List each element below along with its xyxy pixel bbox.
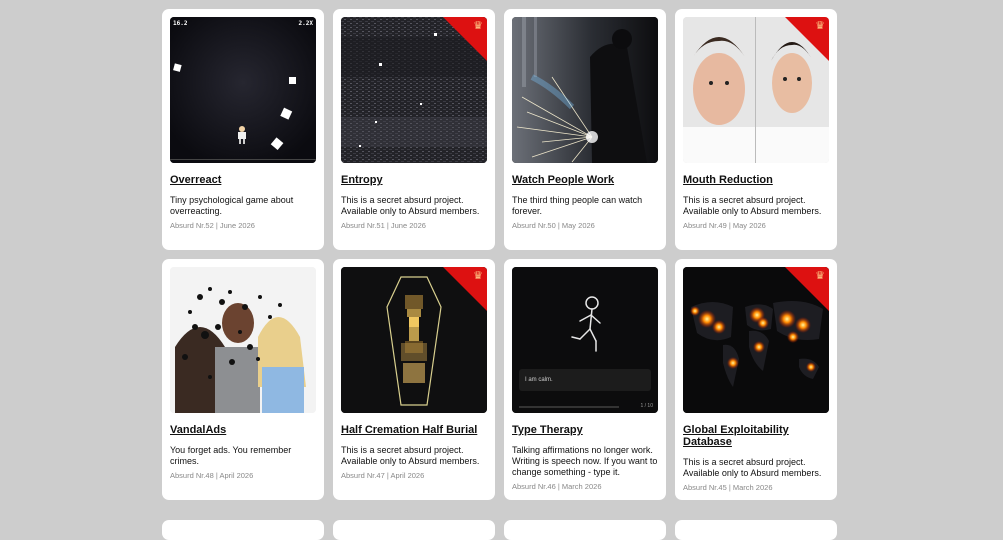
project-card-type-therapy[interactable]: I am calm. 1 / 10 Type Therapy Talking a… — [504, 259, 666, 500]
card-title[interactable]: Global Exploitability Database — [683, 424, 829, 448]
card-title[interactable]: Overreact — [170, 174, 316, 186]
thumbnail-type-therapy[interactable]: I am calm. 1 / 10 — [512, 267, 658, 413]
card-description: The third thing people can watch forever… — [512, 195, 643, 216]
thumbnail-overreact[interactable]: 16.2 2.2X — [170, 17, 316, 163]
card-meta: Absurd Nr.52 | June 2026 — [170, 221, 255, 230]
project-card-entropy[interactable]: ♛ Entropy This is a secret absurd projec… — [333, 9, 495, 250]
card-meta: Absurd Nr.48 | April 2026 — [170, 471, 254, 480]
project-card-mouth-reduction[interactable]: ♛ Mouth Reduction This is a secret absur… — [675, 9, 837, 250]
card-meta: Absurd Nr.45 | March 2026 — [683, 483, 773, 492]
thumbnail-watch-people-work[interactable] — [512, 17, 658, 163]
card-title[interactable]: Entropy — [341, 174, 487, 186]
card-meta: Absurd Nr.46 | March 2026 — [512, 482, 602, 491]
project-card-global-exploitability[interactable]: ♛ Global Exploitability Database This is… — [675, 259, 837, 500]
card-meta: Absurd Nr.50 | May 2026 — [512, 221, 595, 230]
crown-icon: ♛ — [815, 270, 825, 282]
crown-icon: ♛ — [473, 20, 483, 32]
crown-icon: ♛ — [815, 20, 825, 32]
card-description: Tiny psychological game about overreacti… — [170, 195, 294, 216]
thumbnail-entropy[interactable]: ♛ — [341, 17, 487, 163]
affirmation-counter: 1 / 10 — [640, 403, 653, 409]
project-card-partial[interactable] — [162, 520, 324, 540]
progress-bar — [519, 406, 619, 408]
project-card-overreact[interactable]: 16.2 2.2X Overreact Tiny psychological g… — [162, 9, 324, 250]
card-title[interactable]: Mouth Reduction — [683, 174, 829, 186]
project-card-watch-people-work[interactable]: Watch People Work The third thing people… — [504, 9, 666, 250]
multiplier-readout: 2.2X — [298, 20, 313, 27]
thumbnail-mouth-reduction[interactable]: ♛ — [683, 17, 829, 163]
affirmation-input[interactable]: I am calm. — [519, 369, 651, 391]
thumbnail-global-exploitability[interactable]: ♛ — [683, 267, 829, 413]
card-description: Talking affirmations no longer work. Wri… — [512, 445, 658, 477]
card-title[interactable]: VandalAds — [170, 424, 316, 436]
project-card-vandalads[interactable]: VandalAds You forget ads. You remember c… — [162, 259, 324, 500]
crown-icon: ♛ — [473, 270, 483, 282]
project-card-partial[interactable] — [504, 520, 666, 540]
card-description: You forget ads. You remember crimes. — [170, 445, 292, 466]
project-card-half-cremation[interactable]: ♛ Half Cremation Half Burial This is a s… — [333, 259, 495, 500]
card-description: This is a secret absurd project. Availab… — [341, 445, 480, 466]
project-card-partial[interactable] — [333, 520, 495, 540]
card-description: This is a secret absurd project. Availab… — [683, 195, 822, 216]
card-meta: Absurd Nr.49 | May 2026 — [683, 221, 766, 230]
project-card-partial[interactable] — [675, 520, 837, 540]
card-description: This is a secret absurd project. Availab… — [683, 457, 822, 478]
card-title[interactable]: Watch People Work — [512, 174, 658, 186]
project-grid: 16.2 2.2X Overreact Tiny psychological g… — [162, 9, 837, 500]
score-readout: 16.2 — [173, 20, 188, 27]
card-meta: Absurd Nr.51 | June 2026 — [341, 221, 426, 230]
card-meta: Absurd Nr.47 | April 2026 — [341, 471, 425, 480]
thumbnail-vandalads[interactable] — [170, 267, 316, 413]
thumbnail-half-cremation[interactable]: ♛ — [341, 267, 487, 413]
card-title[interactable]: Type Therapy — [512, 424, 658, 436]
card-title[interactable]: Half Cremation Half Burial — [341, 424, 487, 436]
card-description: This is a secret absurd project. Availab… — [341, 195, 480, 216]
